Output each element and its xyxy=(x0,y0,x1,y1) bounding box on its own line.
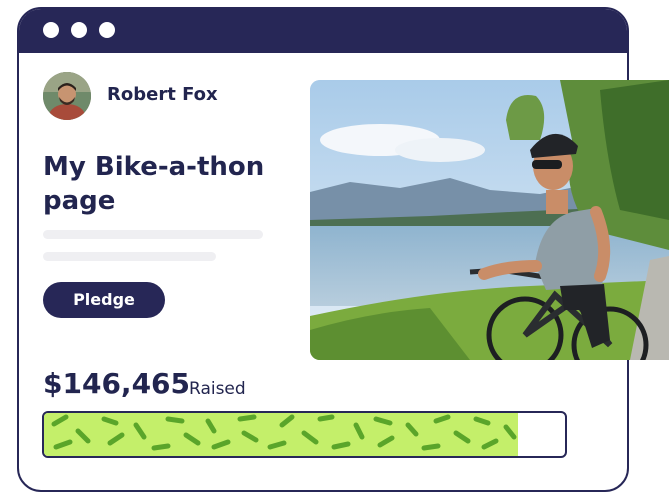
cyclist-photo-illustration xyxy=(310,80,669,360)
page-title: My Bike-a-thon page xyxy=(43,152,265,216)
window-dot-icon[interactable] xyxy=(99,22,115,38)
avatar[interactable] xyxy=(43,72,91,120)
progress-fill xyxy=(44,413,519,456)
fundraising-progress-bar xyxy=(42,411,567,458)
progress-pattern xyxy=(51,414,517,451)
avatar-photo xyxy=(43,72,91,120)
pledge-button[interactable]: Pledge xyxy=(43,282,165,318)
raised-label: Raised xyxy=(189,379,246,399)
window-titlebar xyxy=(19,9,627,53)
window-dot-icon[interactable] xyxy=(43,22,59,38)
cyclist-photo xyxy=(310,80,669,360)
raised-amount: $146,465 xyxy=(43,367,191,400)
placeholder-line xyxy=(43,230,263,239)
placeholder-line xyxy=(43,252,216,261)
window-dot-icon[interactable] xyxy=(71,22,87,38)
user-name: Robert Fox xyxy=(107,84,218,105)
